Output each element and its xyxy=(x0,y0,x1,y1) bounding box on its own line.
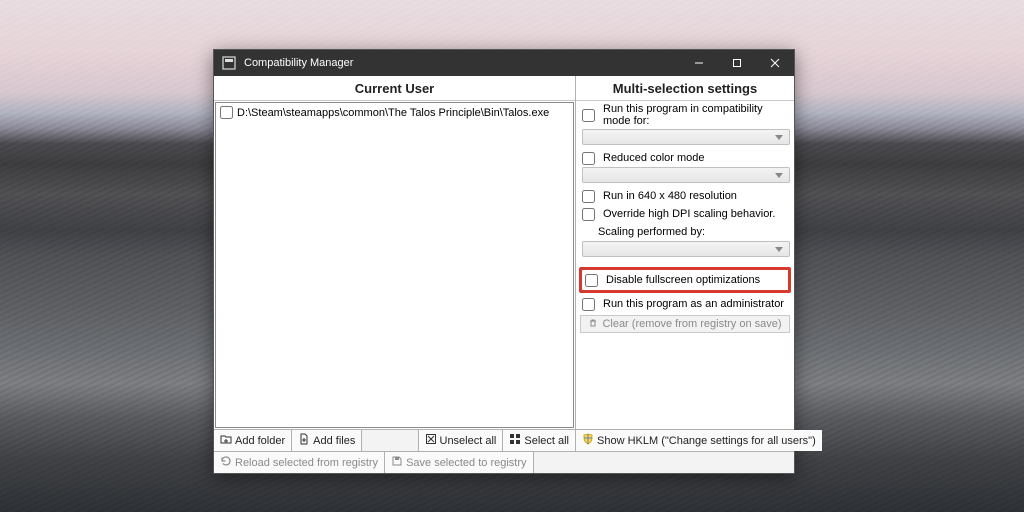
run-640-checkbox[interactable] xyxy=(582,190,595,203)
run-admin-row[interactable]: Run this program as an administrator xyxy=(576,295,794,313)
window-title: Compatibility Manager xyxy=(244,57,353,69)
compat-mode-dropdown[interactable] xyxy=(582,129,790,145)
refresh-icon xyxy=(220,455,232,470)
disable-fullscreen-checkbox[interactable] xyxy=(585,274,598,287)
show-hklm-button[interactable]: Show HKLM ("Change settings for all user… xyxy=(576,430,822,451)
close-button[interactable] xyxy=(756,50,794,76)
select-all-button[interactable]: Select all xyxy=(503,430,575,451)
list-item[interactable]: D:\Steam\steamapps\common\The Talos Prin… xyxy=(218,105,571,120)
reload-from-registry-button[interactable]: Reload selected from registry xyxy=(214,452,385,473)
reduced-color-dropdown[interactable] xyxy=(582,167,790,183)
right-bottom-bar: Show HKLM ("Change settings for all user… xyxy=(576,429,794,451)
disable-fullscreen-row[interactable]: Disable fullscreen optimizations xyxy=(582,271,788,289)
compat-mode-checkbox[interactable] xyxy=(582,109,595,122)
file-checkbox[interactable] xyxy=(220,106,233,119)
add-files-button[interactable]: Add files xyxy=(292,430,362,451)
run-admin-checkbox[interactable] xyxy=(582,298,595,311)
clear-button[interactable]: Clear (remove from registry on save) xyxy=(580,315,790,333)
right-pane: Multi-selection settings Run this progra… xyxy=(576,76,794,451)
left-header: Current User xyxy=(214,76,575,101)
maximize-button[interactable] xyxy=(718,50,756,76)
add-folder-button[interactable]: Add folder xyxy=(214,430,292,451)
bottom-toolbar: Reload selected from registry Save selec… xyxy=(214,451,794,473)
save-to-registry-button[interactable]: Save selected to registry xyxy=(385,452,533,473)
override-dpi-checkbox[interactable] xyxy=(582,208,595,221)
select-all-icon xyxy=(509,433,521,448)
compat-mode-row[interactable]: Run this program in compatibility mode f… xyxy=(576,101,794,129)
trash-icon xyxy=(588,318,598,331)
reduced-color-checkbox[interactable] xyxy=(582,152,595,165)
unselect-icon xyxy=(425,433,437,448)
right-header: Multi-selection settings xyxy=(576,76,794,101)
file-path: D:\Steam\steamapps\common\The Talos Prin… xyxy=(237,107,549,119)
scaling-by-dropdown[interactable] xyxy=(582,241,790,257)
app-icon xyxy=(220,54,238,72)
file-list[interactable]: D:\Steam\steamapps\common\The Talos Prin… xyxy=(215,102,574,428)
unselect-all-button[interactable]: Unselect all xyxy=(418,430,504,451)
save-icon xyxy=(391,455,403,470)
minimize-button[interactable] xyxy=(680,50,718,76)
file-plus-icon xyxy=(298,433,310,448)
folder-plus-icon xyxy=(220,433,232,448)
scaling-by-label: Scaling performed by: xyxy=(576,223,794,241)
shield-icon xyxy=(582,433,594,448)
left-toolbar: Add folder Add files Unselect all xyxy=(214,429,575,451)
highlight-disable-fullscreen: Disable fullscreen optimizations xyxy=(579,267,791,293)
run-640-row[interactable]: Run in 640 x 480 resolution xyxy=(576,187,794,205)
app-window: Compatibility Manager Current User D:\St… xyxy=(213,49,795,474)
titlebar[interactable]: Compatibility Manager xyxy=(214,50,794,76)
override-dpi-row[interactable]: Override high DPI scaling behavior. xyxy=(576,205,794,223)
reduced-color-row[interactable]: Reduced color mode xyxy=(576,149,794,167)
left-pane: Current User D:\Steam\steamapps\common\T… xyxy=(214,76,576,451)
